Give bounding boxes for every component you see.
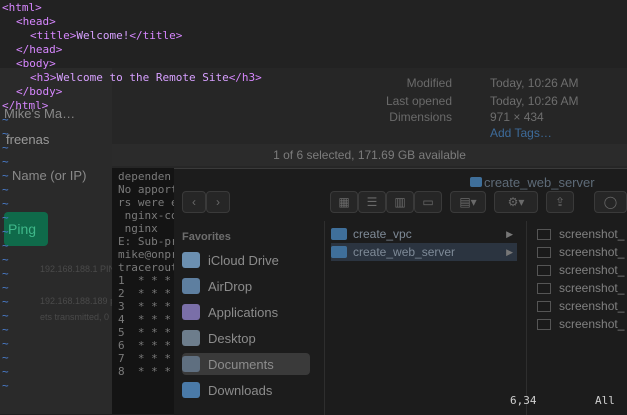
html-open-tag: <head> [16, 15, 56, 28]
vim-tilde: ~ [2, 113, 9, 126]
vim-scroll-indicator: All [595, 394, 615, 407]
vim-tilde: ~ [2, 211, 9, 224]
vim-tilde: ~ [2, 183, 9, 196]
vim-tilde: ~ [2, 253, 9, 266]
vim-tilde: ~ [2, 365, 9, 378]
html-open-tag: </body> [16, 85, 63, 98]
vim-tilde: ~ [2, 239, 9, 252]
vim-line: </html> [2, 99, 48, 112]
vim-line: <html> [2, 1, 42, 14]
html-open-tag: <title> [30, 29, 77, 42]
vim-tilde: ~ [2, 155, 9, 168]
vim-editor[interactable]: <html> <head> <title>Welcome!</title> </hea… [0, 0, 627, 414]
html-open-tag: </head> [16, 43, 63, 56]
vim-line: </body> [16, 85, 62, 98]
vim-line: <head> [16, 15, 56, 28]
vim-line: </head> [16, 43, 62, 56]
html-open-tag: <body> [16, 57, 56, 70]
html-open-tag: <html> [2, 1, 42, 14]
vim-tilde: ~ [2, 225, 9, 238]
vim-tilde: ~ [2, 197, 9, 210]
vim-line: <title>Welcome!</title> [30, 29, 182, 42]
vim-tilde: ~ [2, 141, 9, 154]
vim-tilde: ~ [2, 379, 9, 392]
vim-tilde: ~ [2, 351, 9, 364]
vim-tilde: ~ [2, 323, 9, 336]
vim-tilde: ~ [2, 267, 9, 280]
vim-tilde: ~ [2, 337, 9, 350]
vim-tilde: ~ [2, 309, 9, 322]
html-open-tag: </html> [2, 99, 49, 112]
vim-tilde: ~ [2, 281, 9, 294]
vim-tilde: ~ [2, 295, 9, 308]
html-close-tag: </title> [129, 29, 183, 42]
vim-tilde: ~ [2, 169, 9, 182]
html-open-tag: <h3> [30, 71, 57, 84]
html-text: Welcome to the Remote Site [56, 71, 229, 84]
html-close-tag: </h3> [228, 71, 262, 84]
vim-line: <body> [16, 57, 56, 70]
vim-cursor-position: 6,34 [510, 394, 537, 407]
html-text: Welcome! [76, 29, 130, 42]
vim-tilde: ~ [2, 127, 9, 140]
vim-line: <h3>Welcome to the Remote Site</h3> [30, 71, 262, 84]
